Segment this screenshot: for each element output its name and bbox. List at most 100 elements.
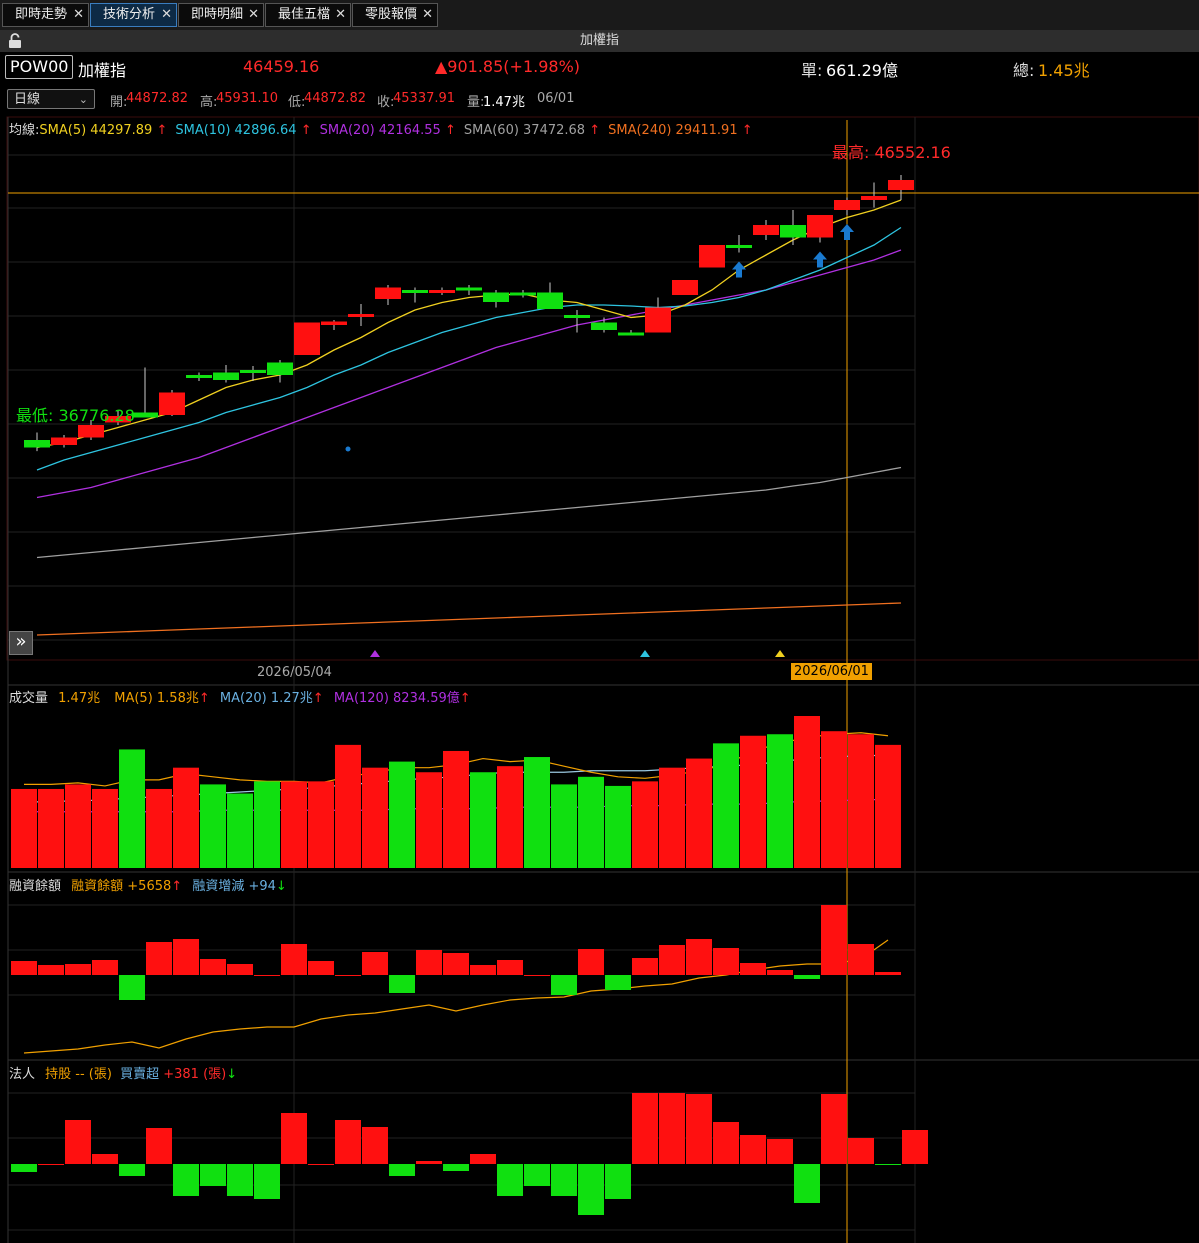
up-arrow-icon: ↑ xyxy=(296,123,312,138)
up-arrow-icon: ↑ xyxy=(737,123,753,138)
margin-bar xyxy=(875,972,901,975)
institutional-bar xyxy=(497,1164,523,1196)
volume-bar xyxy=(281,781,307,868)
margin-bar xyxy=(38,965,64,975)
volume-bar xyxy=(443,750,469,868)
tab-label: 即時走勢 xyxy=(15,7,68,22)
close-icon[interactable]: ✕ xyxy=(422,4,433,26)
candle-body xyxy=(348,314,374,317)
date-label-left: 2026/05/04 xyxy=(257,665,332,680)
volume-bar xyxy=(173,767,199,868)
institutional-bar xyxy=(416,1161,442,1164)
sma10-line xyxy=(36,226,902,471)
marker-triangle-icon xyxy=(775,650,785,657)
margin-bar xyxy=(92,960,118,975)
institutional-bar xyxy=(443,1164,469,1171)
up-arrow-icon: ↑ xyxy=(312,691,324,706)
tab-realtime-detail[interactable]: 即時明細 ✕ xyxy=(178,3,264,27)
tab-realtime-trend[interactable]: 即時走勢 ✕ xyxy=(2,3,89,27)
institutional-legend: 法人 持股 -- (張) 買賣超 +381 (張)↓ xyxy=(9,1063,237,1082)
margin-bar xyxy=(308,961,334,975)
margin-change: 融資增減 +94 xyxy=(192,879,276,894)
symbol-name: 加權指 xyxy=(78,61,127,80)
margin-bar xyxy=(686,939,712,975)
institutional-bar xyxy=(740,1135,766,1164)
candle-body xyxy=(429,290,455,293)
technical-chart[interactable] xyxy=(0,0,1199,1243)
institutional-bar xyxy=(902,1130,928,1164)
margin-bar xyxy=(119,975,145,1000)
sma20-line xyxy=(36,249,902,499)
close-value: 45337.91 xyxy=(393,91,456,106)
candle-body xyxy=(888,180,914,190)
symbol-code-box[interactable]: POW00 xyxy=(5,55,74,79)
close-icon[interactable]: ✕ xyxy=(335,4,346,26)
volume-bar xyxy=(794,716,820,868)
volume-legend: 成交量 1.47兆 MA(5) 1.58兆↑ MA(20) 1.27兆↑ MA(… xyxy=(9,687,471,706)
window-title-bar: 加權指 xyxy=(0,30,1199,52)
margin-bar xyxy=(713,948,739,975)
institutional-bar xyxy=(848,1138,874,1164)
institutional-net-label: 買賣超 xyxy=(120,1067,160,1082)
volume-bar xyxy=(470,772,496,868)
quote-row: POW00 加權指 46459.16 ▲901.85(+1.98%) 單: 66… xyxy=(0,52,1199,82)
institutional-bar xyxy=(362,1127,388,1164)
ohlc-row: 日線 ⌄ 開: 44872.82 高: 45931.10 低: 44872.82 … xyxy=(0,86,1199,112)
volume-bar xyxy=(335,744,361,868)
tab-label: 技術分析 xyxy=(103,7,156,22)
volume-ma20-line xyxy=(23,754,888,804)
volume-label: 量: xyxy=(467,95,485,110)
close-icon[interactable]: ✕ xyxy=(73,4,84,26)
margin-bar xyxy=(821,905,847,975)
volume-bar xyxy=(92,788,118,868)
candle-body xyxy=(807,215,833,238)
margin-bar xyxy=(254,975,280,976)
total-label: 總: xyxy=(1013,61,1035,80)
margin-bar xyxy=(443,953,469,975)
tab-technical-analysis[interactable]: 技術分析 ✕ xyxy=(90,3,177,27)
margin-bar xyxy=(416,950,442,975)
up-arrow-icon: ↑ xyxy=(459,691,471,706)
sma240-line xyxy=(36,602,902,636)
low-annotation: 最低: 36776.28 xyxy=(16,406,135,425)
last-price: 46459.16 xyxy=(243,57,320,76)
margin-bar xyxy=(659,945,685,975)
volume-bar xyxy=(713,743,739,868)
institutional-bar xyxy=(713,1122,739,1164)
marker-triangle-icon xyxy=(640,650,650,657)
margin-bar xyxy=(740,963,766,975)
institutional-bar xyxy=(65,1120,91,1164)
ma-legend: 均線:SMA(5) 44297.89 ↑ SMA(10) 42896.64 ↑ SM… xyxy=(9,119,753,138)
total-value: 1.45兆 xyxy=(1038,61,1090,80)
lock-icon[interactable] xyxy=(8,33,22,49)
sma60-line xyxy=(36,466,902,559)
volume-bar xyxy=(686,758,712,868)
window-title: 加權指 xyxy=(579,33,619,48)
low-value: 44872.82 xyxy=(304,91,367,106)
institutional-bar xyxy=(200,1164,226,1186)
institutional-bar xyxy=(173,1164,199,1196)
period-value: 日線 xyxy=(14,92,41,107)
ma-legend-item: SMA(60) 37472.68 xyxy=(463,123,586,138)
margin-bar xyxy=(146,942,172,975)
margin-title: 融資餘額 xyxy=(9,879,62,894)
expand-panel-button[interactable]: » xyxy=(9,631,33,655)
candle-body xyxy=(159,392,185,415)
sma5-line xyxy=(36,199,902,449)
volume-ma120-line xyxy=(24,798,888,813)
candle-body xyxy=(726,245,752,248)
candle-body xyxy=(483,292,509,302)
institutional-bar xyxy=(146,1128,172,1164)
margin-bar xyxy=(605,975,631,990)
tab-bar: 即時走勢 ✕ 技術分析 ✕ 即時明細 ✕ 最佳五檔 ✕ 零股報價 ✕ xyxy=(0,0,1199,31)
tab-odd-lot[interactable]: 零股報價 ✕ xyxy=(352,3,438,27)
period-select[interactable]: 日線 ⌄ xyxy=(7,89,95,109)
volume-bar xyxy=(821,731,847,868)
close-icon[interactable]: ✕ xyxy=(248,4,259,26)
tab-best-five[interactable]: 最佳五檔 ✕ xyxy=(265,3,351,27)
institutional-bar xyxy=(38,1164,64,1165)
ma-legend-prefix: 均線: xyxy=(9,123,40,138)
institutional-net: +381 (張) xyxy=(163,1067,227,1082)
candle-body xyxy=(753,225,779,235)
close-icon[interactable]: ✕ xyxy=(161,4,172,26)
